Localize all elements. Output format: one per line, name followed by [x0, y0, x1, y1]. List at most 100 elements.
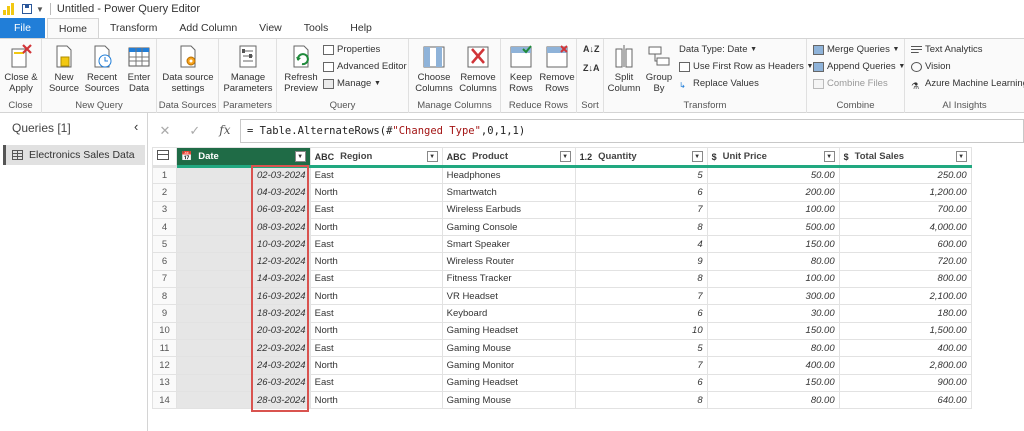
- cell-quantity[interactable]: 7: [574, 200, 708, 219]
- cell-quantity[interactable]: 8: [574, 217, 708, 237]
- advanced-editor-button[interactable]: Advanced Editor: [323, 60, 407, 74]
- cell-region[interactable]: North: [309, 356, 443, 375]
- cell-product[interactable]: Wireless Earbuds: [441, 200, 576, 219]
- cell-product[interactable]: Gaming Headset: [441, 373, 576, 392]
- cell-total-sales[interactable]: 180.00: [838, 304, 972, 323]
- tab-tools[interactable]: Tools: [293, 18, 340, 38]
- data-type-dropdown[interactable]: Data Type: Date ▼: [679, 43, 757, 57]
- cell-quantity[interactable]: 5: [574, 338, 708, 358]
- cell-region[interactable]: East: [309, 269, 443, 289]
- cell-quantity[interactable]: 6: [574, 304, 708, 323]
- use-first-row-headers-button[interactable]: Use First Row as Headers ▼: [679, 60, 813, 74]
- cell-total-sales[interactable]: 2,800.00: [838, 356, 972, 375]
- cell-product[interactable]: Gaming Mouse: [441, 390, 576, 410]
- cell-region[interactable]: East: [309, 165, 443, 185]
- cell-product[interactable]: Smartwatch: [441, 183, 576, 202]
- tab-help[interactable]: Help: [339, 18, 383, 38]
- cell-unit-price[interactable]: 150.00: [706, 373, 840, 392]
- choose-columns-button[interactable]: Choose Columns: [413, 43, 455, 94]
- keep-rows-button[interactable]: Keep Rows: [504, 43, 538, 94]
- cell-unit-price[interactable]: 500.00: [706, 217, 840, 237]
- cell-quantity[interactable]: 8: [574, 390, 708, 410]
- cell-total-sales[interactable]: 2,100.00: [838, 287, 972, 306]
- cell-product[interactable]: Gaming Mouse: [441, 338, 576, 358]
- close-apply-button[interactable]: Close & Apply: [3, 43, 39, 94]
- group-by-button[interactable]: Group By: [644, 43, 674, 94]
- new-source-button[interactable]: New Source: [46, 43, 82, 94]
- cell-quantity[interactable]: 5: [574, 165, 708, 185]
- cell-quantity[interactable]: 10: [574, 321, 708, 340]
- cell-quantity[interactable]: 9: [574, 252, 708, 271]
- collapse-pane-icon[interactable]: ‹: [134, 119, 138, 134]
- sort-descending-button[interactable]: Z↓A: [583, 61, 600, 75]
- cell-region[interactable]: North: [309, 183, 443, 202]
- fx-icon[interactable]: fx: [219, 123, 230, 139]
- tab-add-column[interactable]: Add Column: [168, 18, 248, 38]
- text-type-icon[interactable]: ABC: [315, 152, 335, 162]
- tab-view[interactable]: View: [248, 18, 293, 38]
- manage-parameters-button[interactable]: Manage Parameters: [222, 43, 274, 94]
- column-header-region[interactable]: ABC Region ▼: [309, 147, 443, 168]
- currency-type-icon[interactable]: $: [712, 152, 717, 162]
- cell-quantity[interactable]: 6: [574, 373, 708, 392]
- cell-unit-price[interactable]: 50.00: [706, 165, 840, 185]
- cell-total-sales[interactable]: 250.00: [838, 165, 972, 185]
- manage-query-button[interactable]: Manage ▼: [323, 77, 381, 91]
- tab-file[interactable]: File: [0, 18, 45, 38]
- cell-quantity[interactable]: 8: [574, 269, 708, 289]
- cell-total-sales[interactable]: 800.00: [838, 269, 972, 289]
- filter-dropdown-icon[interactable]: ▼: [559, 151, 571, 162]
- cell-product[interactable]: Headphones: [441, 165, 576, 185]
- cell-region[interactable]: East: [309, 338, 443, 358]
- append-queries-button[interactable]: Append Queries ▼: [813, 60, 905, 74]
- cell-total-sales[interactable]: 640.00: [838, 390, 972, 410]
- cell-unit-price[interactable]: 200.00: [706, 183, 840, 202]
- data-source-settings-button[interactable]: Data source settings: [161, 43, 215, 94]
- cell-region[interactable]: East: [309, 304, 443, 323]
- split-column-button[interactable]: Split Column: [606, 43, 642, 94]
- cell-unit-price[interactable]: 100.00: [706, 269, 840, 289]
- date-type-icon[interactable]: 📅: [181, 151, 192, 162]
- merge-queries-button[interactable]: Merge Queries ▼: [813, 43, 899, 57]
- cell-region[interactable]: North: [309, 217, 443, 237]
- cell-region[interactable]: North: [309, 252, 443, 271]
- filter-dropdown-icon[interactable]: ▼: [691, 151, 703, 162]
- cancel-formula-icon[interactable]: ✕: [159, 123, 170, 139]
- cell-product[interactable]: Wireless Router: [441, 252, 576, 271]
- cell-unit-price[interactable]: 400.00: [706, 356, 840, 375]
- sort-ascending-button[interactable]: A↓Z: [583, 42, 600, 56]
- text-type-icon[interactable]: ABC: [447, 152, 467, 162]
- formula-input[interactable]: = Table.AlternateRows(#"Changed Type",0,…: [240, 119, 1024, 143]
- save-icon[interactable]: [22, 4, 32, 14]
- confirm-formula-icon[interactable]: ✓: [189, 123, 200, 139]
- cell-product[interactable]: Smart Speaker: [441, 235, 576, 254]
- cell-product[interactable]: Fitness Tracker: [441, 269, 576, 289]
- recent-sources-button[interactable]: Recent Sources: [84, 43, 120, 94]
- cell-product[interactable]: Gaming Console: [441, 217, 576, 237]
- vision-button[interactable]: Vision: [911, 60, 951, 74]
- cell-total-sales[interactable]: 900.00: [838, 373, 972, 392]
- cell-product[interactable]: VR Headset: [441, 287, 576, 306]
- cell-region[interactable]: North: [309, 287, 443, 306]
- column-header-quantity[interactable]: 1.2 Quantity ▼: [574, 147, 708, 168]
- refresh-preview-button[interactable]: Refresh Preview: [281, 43, 321, 94]
- cell-total-sales[interactable]: 400.00: [838, 338, 972, 358]
- filter-dropdown-icon[interactable]: ▼: [294, 151, 306, 162]
- text-analytics-button[interactable]: Text Analytics: [911, 43, 983, 57]
- cell-unit-price[interactable]: 150.00: [706, 321, 840, 340]
- column-header-total-sales[interactable]: $ Total Sales ▼: [838, 147, 972, 168]
- tab-transform[interactable]: Transform: [99, 18, 168, 38]
- cell-unit-price[interactable]: 100.00: [706, 200, 840, 219]
- cell-region[interactable]: East: [309, 235, 443, 254]
- cell-product[interactable]: Gaming Monitor: [441, 356, 576, 375]
- cell-quantity[interactable]: 4: [574, 235, 708, 254]
- currency-type-icon[interactable]: $: [844, 152, 849, 162]
- cell-unit-price[interactable]: 80.00: [706, 252, 840, 271]
- cell-unit-price[interactable]: 80.00: [706, 338, 840, 358]
- column-header-product[interactable]: ABC Product ▼: [441, 147, 576, 168]
- filter-dropdown-icon[interactable]: ▼: [955, 151, 967, 162]
- filter-dropdown-icon[interactable]: ▼: [823, 151, 835, 162]
- cell-total-sales[interactable]: 1,500.00: [838, 321, 972, 340]
- cell-region[interactable]: North: [309, 321, 443, 340]
- cell-total-sales[interactable]: 1,200.00: [838, 183, 972, 202]
